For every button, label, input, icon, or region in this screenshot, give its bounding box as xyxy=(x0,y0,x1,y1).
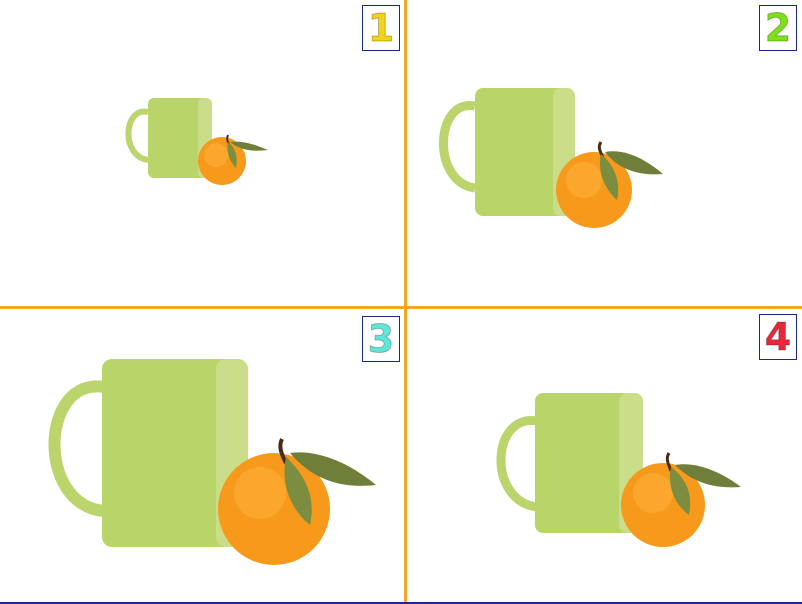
panel-number-badge: 1 xyxy=(362,5,400,51)
orange-icon xyxy=(198,134,268,185)
mug-icon xyxy=(439,88,575,216)
panel-number-badge: 4 xyxy=(759,314,797,360)
panel-number: 2 xyxy=(764,6,792,50)
panel-3[interactable]: 3 xyxy=(0,309,404,602)
panel-number: 3 xyxy=(367,317,395,361)
panel-1[interactable]: 1 xyxy=(0,0,404,306)
mug-orange-illustration xyxy=(125,98,268,185)
panel-number: 4 xyxy=(764,315,792,359)
horizontal-divider xyxy=(0,306,802,309)
panel-2[interactable]: 2 xyxy=(407,0,802,306)
panel-4[interactable]: 4 xyxy=(407,309,802,602)
panel-number-badge: 2 xyxy=(759,5,797,51)
mug-orange-illustration xyxy=(496,393,741,547)
vertical-divider xyxy=(404,0,407,602)
mug-orange-illustration xyxy=(439,88,663,228)
picture-board: 1 2 3 4 xyxy=(0,0,802,604)
mug-orange-illustration xyxy=(48,359,376,565)
panel-number: 1 xyxy=(367,6,395,50)
